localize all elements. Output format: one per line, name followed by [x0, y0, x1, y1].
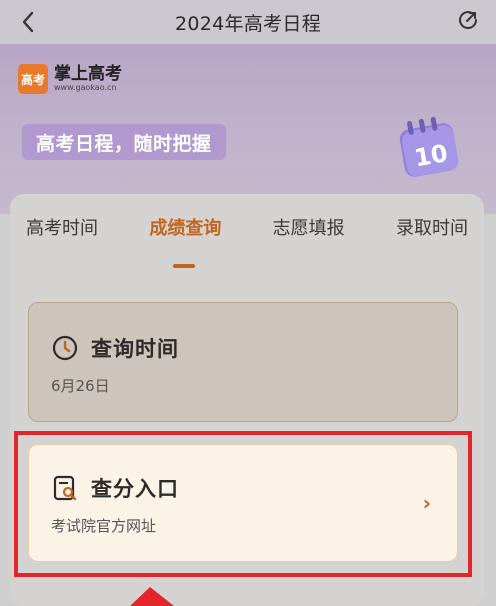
page-title: 2024年高考日程	[174, 12, 322, 35]
tab-score-query[interactable]: 成绩查询	[149, 214, 221, 254]
calendar-icon: 10	[399, 116, 459, 177]
brand-url: www.gaokao.cn	[54, 83, 117, 92]
query-time-card: 查询时间 6月26日	[28, 302, 458, 422]
clock-icon	[52, 335, 78, 361]
brand-logo: 高考 掌上高考 www.gaokao.cn	[18, 64, 122, 94]
arrow-pointer-icon	[130, 587, 174, 606]
hero-slogan: 高考日程，随时把握	[22, 124, 226, 160]
brand-badge: 高考	[18, 64, 48, 94]
query-time-title: 查询时间	[91, 337, 179, 361]
tab-application[interactable]: 志愿填报	[273, 214, 345, 254]
back-button[interactable]	[14, 8, 42, 36]
tab-exam-time[interactable]: 高考时间	[26, 214, 98, 254]
highlight-box	[14, 431, 472, 577]
tab-bar: 高考时间 成绩查询 志愿填报 录取时间	[10, 214, 484, 254]
tab-admission-time[interactable]: 录取时间	[396, 214, 468, 254]
top-bar: 2024年高考日程	[0, 0, 496, 44]
brand-name: 掌上高考	[54, 64, 122, 84]
calendar-day: 10	[412, 139, 450, 172]
active-tab-indicator	[173, 264, 195, 268]
query-time-date: 6月26日	[51, 377, 110, 395]
chevron-left-icon	[22, 11, 34, 33]
share-icon	[459, 11, 478, 29]
share-button[interactable]	[454, 6, 482, 34]
